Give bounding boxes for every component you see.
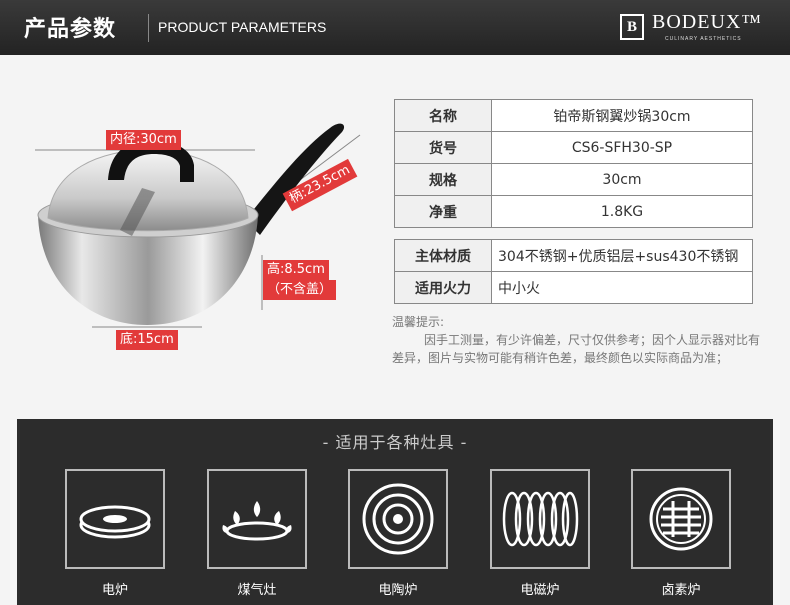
spec-key: 名称 [394,99,492,132]
stoves-title: - 适用于各种灶具 - [322,433,468,452]
stove-label: 电磁炉 [520,583,560,598]
height-label: 高:8.5cm [263,260,329,280]
brand-tagline: CULINARY AESTHETICS [665,36,742,42]
table-row: 净重 1.8KG [394,195,753,228]
spec-table: 名称 铂帝斯钢翼炒锅30cm 货号 CS6-SFH30-SP 规格 30cm 净… [394,99,753,228]
spec-value: 铂帝斯钢翼炒锅30cm [491,99,753,132]
brand-logo-icon: B [620,14,644,40]
spec-key: 规格 [394,163,492,196]
page-header: 产品参数 PRODUCT PARAMETERS B BODEUX™ CULINA… [0,0,790,55]
header-divider [148,14,149,42]
spec-key: 货号 [394,131,492,164]
tips-title: 温馨提示: [392,315,445,329]
brand-name: BODEUX™ [652,11,762,33]
tips-body: 因手工测量，有少许偏差，尺寸仅供参考；因个人显示器对比有差异，图片与实物可能有稍… [392,333,761,365]
spec-value: 304不锈钢+优质铝层+sus430不锈钢 [491,239,753,272]
compatible-stoves-panel: - 适用于各种灶具 - 电炉 煤气灶 电陶炉 电磁炉 卤素炉 [17,419,773,605]
spec-value: CS6-SFH30-SP [491,131,753,164]
spec-value: 中小火 [491,271,753,304]
spec-key: 主体材质 [394,239,492,272]
spec-key: 适用火力 [394,271,492,304]
stove-label: 卤素炉 [661,583,701,598]
table-row: 适用火力 中小火 [394,271,753,304]
wok-illustration-icon [35,123,361,328]
table-row: 主体材质 304不锈钢+优质铝层+sus430不锈钢 [394,239,753,272]
spec-value: 1.8KG [491,195,753,228]
inner-diameter-label: 内径:30cm [106,130,181,150]
spec-key: 净重 [394,195,492,228]
table-row: 规格 30cm [394,163,753,196]
ceramic-cooktop-icon [348,469,448,569]
section-title-en: PRODUCT PARAMETERS [158,19,327,35]
stove-label: 电炉 [101,583,128,598]
height-note-label: （不含盖） [263,280,337,300]
table-row: 名称 铂帝斯钢翼炒锅30cm [394,99,753,132]
product-image: 内径:30cm 柄:23.5cm 高:8.5cm （不含盖） 底:15cm [30,110,380,370]
electric-hotplate-icon [65,469,165,569]
base-diameter-label: 底:15cm [116,330,178,350]
material-table: 主体材质 304不锈钢+优质铝层+sus430不锈钢 适用火力 中小火 [394,239,753,304]
section-title-cn: 产品参数 [24,17,117,42]
table-row: 货号 CS6-SFH30-SP [394,131,753,164]
halogen-cooktop-icon [631,469,731,569]
tips-note: 温馨提示: 因手工测量，有少许偏差，尺寸仅供参考；因个人显示器对比有差异，图片与… [392,313,770,367]
stove-label: 煤气灶 [237,583,277,598]
gas-burner-icon [207,469,307,569]
induction-coil-icon [490,469,590,569]
stove-label: 电陶炉 [378,583,418,598]
spec-value: 30cm [491,163,753,196]
